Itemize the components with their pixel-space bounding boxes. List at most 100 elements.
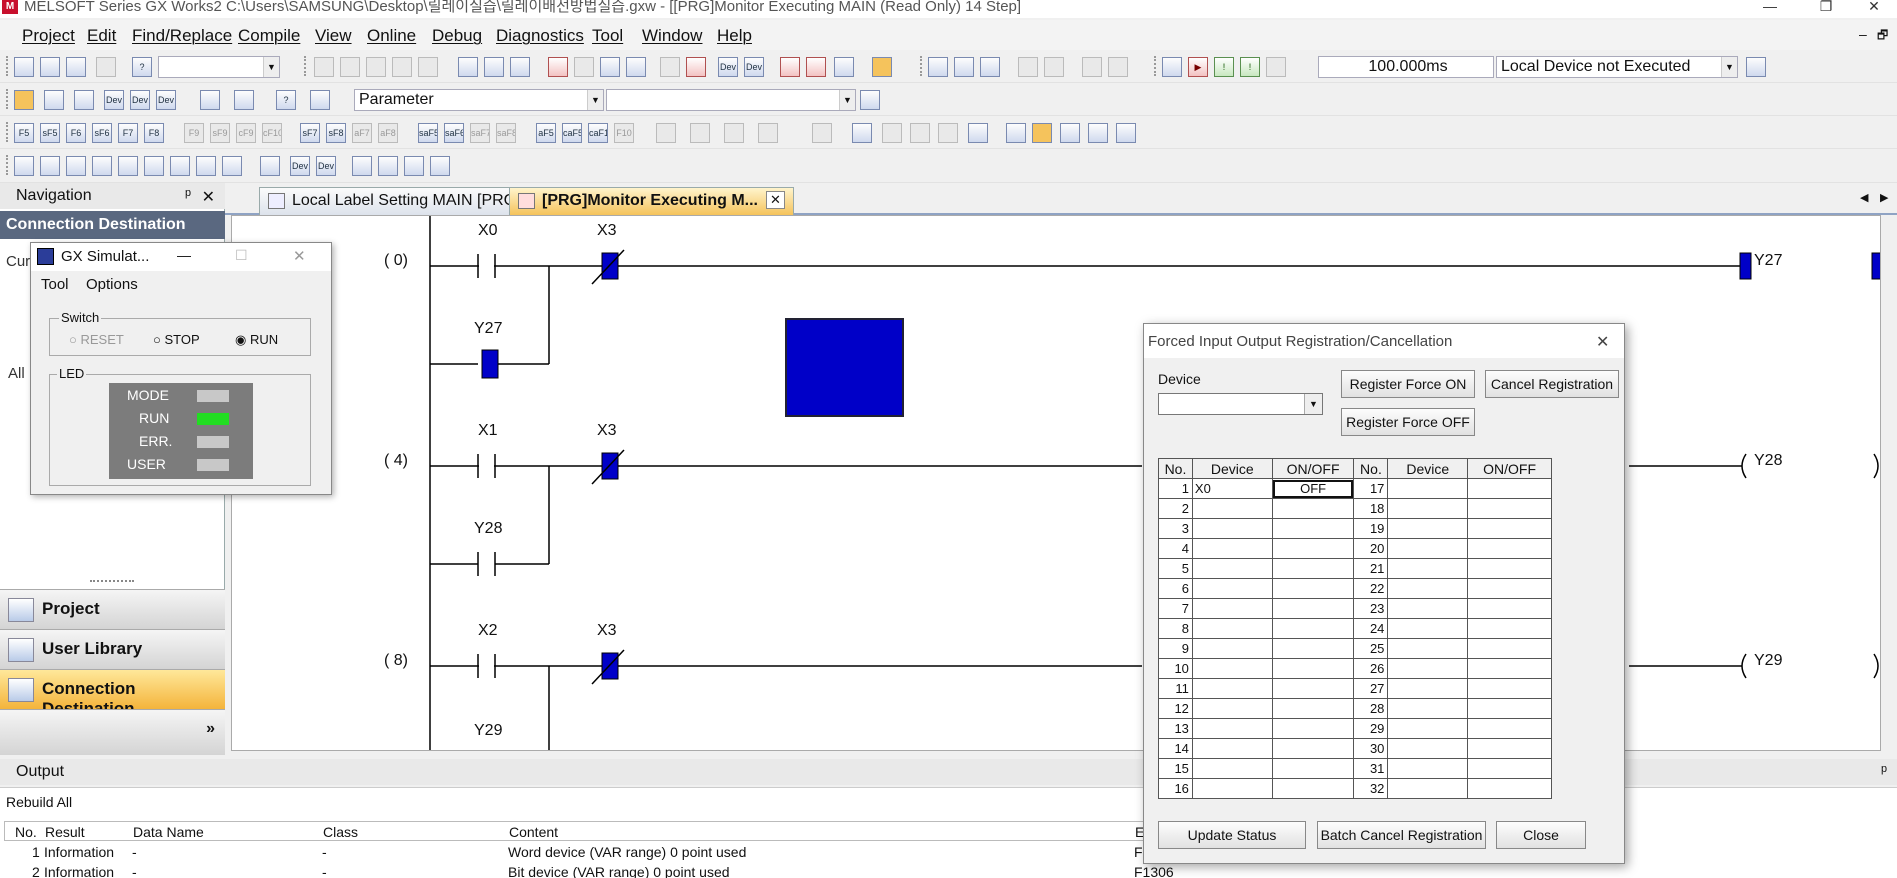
local-device-icon[interactable] (1746, 57, 1766, 77)
device-cell[interactable] (1387, 558, 1469, 579)
table-row[interactable]: 2 18 (1158, 498, 1552, 519)
device-cell[interactable] (1387, 598, 1469, 619)
rising-contact-icon[interactable]: sF7 (300, 123, 320, 143)
device-cell[interactable] (1191, 498, 1273, 519)
parameter-combo[interactable]: Parameter ▼ (354, 89, 604, 111)
stop-monitor-icon[interactable] (686, 57, 706, 77)
closed-branch-icon[interactable]: sF6 (92, 123, 112, 143)
device-cell[interactable] (1387, 498, 1469, 519)
device-cell[interactable] (1191, 658, 1273, 679)
device-comment-icon[interactable] (1060, 123, 1080, 143)
device-cell[interactable] (1191, 778, 1273, 799)
toolbar-grip[interactable] (6, 56, 9, 76)
sfc-dev2-icon[interactable]: Dev (316, 156, 336, 176)
new-icon[interactable] (14, 57, 34, 77)
ladder-tool-icon[interactable] (910, 123, 930, 143)
device-cell[interactable] (1191, 558, 1273, 579)
sfc-end-icon[interactable] (92, 156, 112, 176)
on-off-cell[interactable] (1271, 538, 1355, 559)
pin-icon[interactable]: ᵖ (1881, 763, 1887, 781)
statement-icon[interactable] (1006, 123, 1026, 143)
close-window-button[interactable]: ✕ (1851, 0, 1897, 18)
memory-icon[interactable] (1266, 57, 1286, 77)
tab-monitor-executing[interactable]: [PRG]Monitor Executing M... (509, 187, 794, 215)
coil-icon[interactable]: F7 (118, 123, 138, 143)
on-off-cell[interactable] (1467, 598, 1552, 619)
help-icon[interactable]: ? (276, 90, 296, 110)
dev-icon[interactable]: Dev (718, 57, 738, 77)
project-combo[interactable]: ▼ (158, 56, 280, 78)
save-icon[interactable] (66, 57, 86, 77)
sfc-list-icon[interactable] (260, 156, 280, 176)
on-off-cell[interactable] (1467, 538, 1552, 559)
menu-help[interactable]: Help (717, 26, 752, 46)
copy-icon[interactable] (340, 57, 360, 77)
device-cell[interactable] (1191, 538, 1273, 559)
on-off-cell[interactable] (1467, 558, 1552, 579)
write-plc-icon[interactable] (484, 57, 504, 77)
on-off-cell[interactable] (1467, 618, 1552, 639)
on-off-cell[interactable] (1271, 618, 1355, 639)
device-cell[interactable] (1191, 578, 1273, 599)
device-cell[interactable] (1191, 518, 1273, 539)
table-row[interactable]: 2 Information - - Bit device (VAR range)… (4, 862, 1230, 878)
device-cell[interactable] (1191, 678, 1273, 699)
device-cell[interactable] (1191, 638, 1273, 659)
step-run-icon[interactable] (1018, 57, 1038, 77)
device-cell[interactable] (1387, 618, 1469, 639)
device-cell[interactable] (1387, 778, 1469, 799)
print-icon[interactable] (96, 57, 116, 77)
neg-rising-branch-icon[interactable]: saF7 (470, 123, 490, 143)
invert-icon[interactable]: aF5 (536, 123, 556, 143)
device-cell[interactable] (1387, 638, 1469, 659)
on-off-cell[interactable] (1467, 478, 1552, 499)
device-cell[interactable] (1191, 698, 1273, 719)
on-off-cell[interactable] (1467, 498, 1552, 519)
execution-status-combo[interactable]: Local Device not Executed ▼ (1496, 56, 1738, 78)
table-row[interactable]: 6 22 (1158, 578, 1552, 599)
toolbar-grip[interactable] (304, 56, 307, 76)
sfc-hold-icon[interactable] (378, 156, 398, 176)
simulator-title-bar[interactable]: GX Simulat... — ☐ ✕ (31, 243, 331, 271)
table-row[interactable]: 10 26 (1158, 658, 1552, 679)
close-button[interactable]: Close (1496, 821, 1586, 849)
zoom-icon[interactable] (1032, 123, 1052, 143)
device-cell[interactable] (1387, 718, 1469, 739)
on-off-cell[interactable] (1467, 698, 1552, 719)
binoculars-icon[interactable] (310, 90, 330, 110)
cross-ref-icon[interactable] (626, 57, 646, 77)
column-header[interactable]: Class (323, 824, 358, 840)
trace-icon[interactable] (954, 57, 974, 77)
undo-icon[interactable] (392, 57, 412, 77)
open-contact-icon[interactable]: F5 (14, 123, 34, 143)
rising-conversion-icon[interactable]: caF5 (562, 123, 582, 143)
toolbar-grip[interactable] (1154, 56, 1157, 76)
dev-batch-icon[interactable]: Dev (130, 90, 150, 110)
display-icon[interactable] (872, 57, 892, 77)
neg-rising-icon[interactable]: saF5 (418, 123, 438, 143)
status-icon[interactable]: ! (1240, 57, 1260, 77)
paste-icon[interactable] (366, 57, 386, 77)
on-off-cell[interactable] (1271, 558, 1355, 579)
minimize-button[interactable]: — (1747, 0, 1793, 18)
table-row[interactable]: 8 24 (1158, 618, 1552, 639)
help-icon[interactable]: ? (132, 57, 152, 77)
chevron-down-icon[interactable]: ▼ (1304, 394, 1322, 414)
device-cell[interactable] (1191, 618, 1273, 639)
device-combo[interactable]: ▼ (1158, 393, 1323, 415)
table-row[interactable]: 14 30 (1158, 738, 1552, 759)
on-off-cell[interactable] (1271, 718, 1355, 739)
device-cell[interactable] (1387, 578, 1469, 599)
maximize-icon[interactable]: ☐ (235, 247, 248, 264)
ladder-tool-icon[interactable] (690, 123, 710, 143)
register-force-off-button[interactable]: Register Force OFF (1341, 408, 1475, 436)
cancel-registration-button[interactable]: Cancel Registration (1485, 370, 1619, 398)
element-icon[interactable] (44, 90, 64, 110)
device-cell[interactable]: X0 (1191, 478, 1273, 499)
delete-hline-icon[interactable]: cF9 (236, 123, 256, 143)
on-off-cell[interactable] (1271, 738, 1355, 759)
on-off-cell[interactable] (1467, 758, 1552, 779)
table-row[interactable]: 1 Information - - Word device (VAR range… (4, 842, 1230, 862)
sfc-dev-icon[interactable]: Dev (290, 156, 310, 176)
expand-icon[interactable]: » (206, 720, 215, 738)
